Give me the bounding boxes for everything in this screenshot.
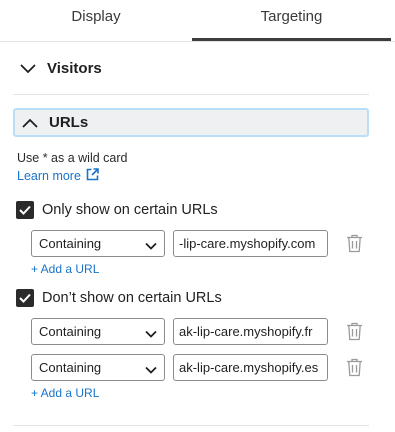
match-select-value: Containing — [39, 324, 102, 339]
only-show-checkbox-row[interactable]: Only show on certain URLs — [16, 201, 218, 219]
dont-show-url-input-1[interactable]: ak-lip-care.myshopify.fr — [173, 318, 328, 345]
only-show-label: Only show on certain URLs — [42, 202, 218, 218]
dont-show-label: Don’t show on certain URLs — [42, 290, 222, 306]
trash-icon[interactable] — [346, 358, 363, 377]
urls-section-toggle[interactable]: URLs — [13, 108, 369, 137]
chevron-down-icon — [17, 58, 39, 80]
match-select-value: Containing — [39, 236, 102, 251]
learn-more-label: Learn more — [17, 169, 81, 183]
url-input-value: -lip-care.myshopify.com — [179, 236, 316, 251]
dont-show-match-select-2[interactable]: Containing — [31, 354, 165, 381]
trash-icon[interactable] — [346, 322, 363, 341]
learn-more-link[interactable]: Learn more — [17, 168, 99, 184]
checkmark-icon — [19, 293, 31, 303]
dont-show-checkbox-row[interactable]: Don’t show on certain URLs — [16, 289, 222, 307]
match-select-value: Containing — [39, 360, 102, 375]
external-link-icon — [81, 168, 99, 184]
dropdown-arrow-icon — [144, 236, 158, 261]
only-show-match-select[interactable]: Containing — [31, 230, 165, 257]
dont-show-match-select-1[interactable]: Containing — [31, 318, 165, 345]
chevron-up-icon — [19, 112, 41, 134]
url-input-value: ak-lip-care.myshopify.es — [179, 360, 319, 375]
tab-bar: Display Targeting — [0, 0, 395, 42]
visitors-section-toggle[interactable]: Visitors — [13, 54, 369, 83]
active-tab-indicator — [192, 38, 391, 41]
urls-section-label: URLs — [49, 114, 89, 131]
visitors-section-label: Visitors — [47, 60, 102, 77]
dropdown-arrow-icon — [144, 324, 158, 349]
tab-display[interactable]: Display — [0, 0, 192, 42]
dont-show-add-url-link[interactable]: + Add a URL — [31, 386, 99, 400]
dont-show-checkbox[interactable] — [16, 289, 34, 307]
only-show-add-url-link[interactable]: + Add a URL — [31, 262, 99, 276]
url-input-value: ak-lip-care.myshopify.fr — [179, 324, 313, 339]
trash-icon[interactable] — [346, 234, 363, 253]
tab-targeting[interactable]: Targeting — [192, 0, 391, 42]
dropdown-arrow-icon — [144, 360, 158, 385]
only-show-checkbox[interactable] — [16, 201, 34, 219]
only-show-url-input[interactable]: -lip-care.myshopify.com — [173, 230, 328, 257]
dont-show-url-input-2[interactable]: ak-lip-care.myshopify.es — [173, 354, 328, 381]
section-divider — [13, 425, 369, 426]
section-divider — [13, 94, 369, 95]
checkmark-icon — [19, 205, 31, 215]
wildcard-hint: Use * as a wild card — [17, 151, 128, 165]
